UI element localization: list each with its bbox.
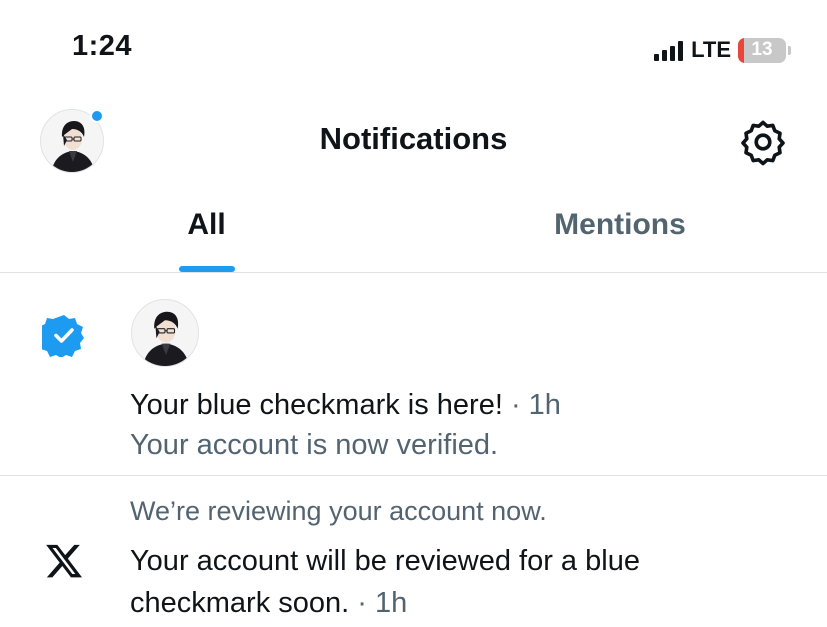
tabs-divider <box>0 272 827 273</box>
notification-context: We’re reviewing your account now. <box>130 496 547 526</box>
network-type: LTE <box>691 37 731 62</box>
notification-divider <box>0 475 827 476</box>
avatar-illustration <box>143 311 189 366</box>
gear-icon <box>741 120 785 166</box>
avatar[interactable] <box>131 299 199 367</box>
notification-text-line1: Your account will be reviewed for a blue <box>130 545 640 577</box>
tab-all[interactable]: All <box>0 208 413 242</box>
notification-text: Your blue checkmark is here! <box>130 389 503 421</box>
tab-mentions[interactable]: Mentions <box>413 208 827 242</box>
battery-fill <box>738 37 745 63</box>
status-time: 1:24 <box>72 30 133 62</box>
notification-body: Your account is now verified. <box>130 429 499 461</box>
verified-badge-icon <box>38 313 86 358</box>
notification-time: · 1h <box>349 587 408 619</box>
notification-text-line2: checkmark soon. · 1h <box>130 587 407 620</box>
settings-button[interactable] <box>739 118 787 166</box>
notification-time: · 1h <box>502 389 561 421</box>
battery-level: 13 <box>751 39 773 60</box>
cellular-signal-icon <box>654 39 684 61</box>
x-logo-icon <box>44 541 84 581</box>
status-indicators: LTE 13 <box>654 36 791 64</box>
battery-tip <box>788 45 791 55</box>
page-title: Notifications <box>319 121 508 156</box>
battery-icon: 13 <box>738 37 786 63</box>
notification-title: Your blue checkmark is here! · 1h <box>130 389 561 422</box>
notification-text: checkmark soon. <box>130 587 350 619</box>
